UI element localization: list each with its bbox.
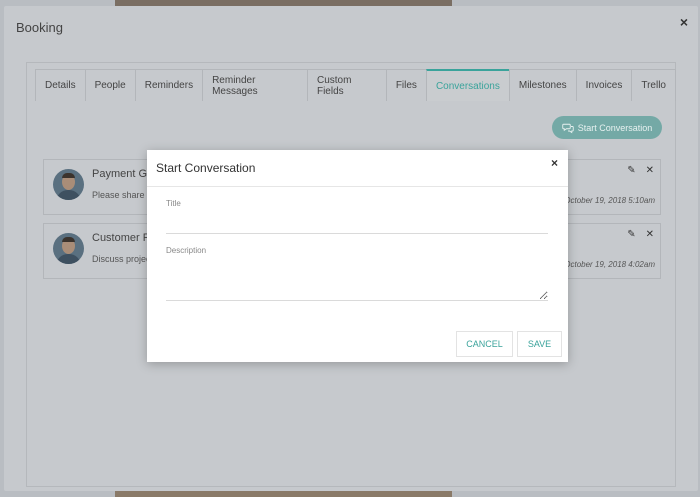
title-label: Title <box>166 199 181 208</box>
save-button[interactable]: SAVE <box>517 331 562 357</box>
start-conversation-label: Start Conversation <box>577 122 653 133</box>
tab-custom-fields[interactable]: Custom Fields <box>306 69 387 101</box>
conversation-description: Please share y <box>92 190 152 200</box>
tab-files[interactable]: Files <box>385 69 427 101</box>
background-photo <box>115 490 452 497</box>
pencil-icon[interactable]: ✎ <box>627 229 635 240</box>
cancel-button[interactable]: CANCEL <box>456 331 513 357</box>
tab-trello[interactable]: Trello <box>631 69 676 101</box>
conversation-actions: ✎ ✕ <box>627 229 654 240</box>
conversation-date: October 19, 2018 5:10am <box>564 196 655 205</box>
conversation-title: Customer P <box>92 232 151 244</box>
tab-details[interactable]: Details <box>35 69 86 101</box>
conversation-description: Discuss projec <box>92 254 151 264</box>
modal-title: Start Conversation <box>156 161 256 175</box>
conversation-title: Payment Ga <box>92 168 154 180</box>
conversation-date: October 19, 2018 4:02am <box>564 260 655 269</box>
start-conversation-modal: Start Conversation × Title Description C… <box>147 150 568 362</box>
tab-reminders[interactable]: Reminders <box>134 69 204 101</box>
modal-divider <box>147 186 568 187</box>
avatar <box>53 169 84 200</box>
booking-close-button[interactable]: × <box>680 14 688 30</box>
tab-reminder-messages[interactable]: Reminder Messages <box>202 69 308 101</box>
conversation-actions: ✎ ✕ <box>627 165 654 176</box>
close-icon[interactable]: ✕ <box>646 165 654 176</box>
tab-people[interactable]: People <box>84 69 136 101</box>
description-textarea[interactable] <box>166 262 548 301</box>
chat-bubbles-icon <box>562 123 574 133</box>
booking-title: Booking <box>16 20 63 35</box>
start-conversation-button[interactable]: Start Conversation <box>552 116 662 139</box>
avatar <box>53 233 84 264</box>
modal-close-button[interactable]: × <box>551 156 558 170</box>
tab-conversations[interactable]: Conversations <box>425 69 510 101</box>
description-label: Description <box>166 246 207 255</box>
close-icon[interactable]: ✕ <box>646 229 654 240</box>
title-input[interactable] <box>166 216 548 234</box>
tab-invoices[interactable]: Invoices <box>575 69 633 101</box>
pencil-icon[interactable]: ✎ <box>627 165 635 176</box>
tab-bar: Details People Reminders Reminder Messag… <box>35 69 676 101</box>
tab-milestones[interactable]: Milestones <box>508 69 577 101</box>
